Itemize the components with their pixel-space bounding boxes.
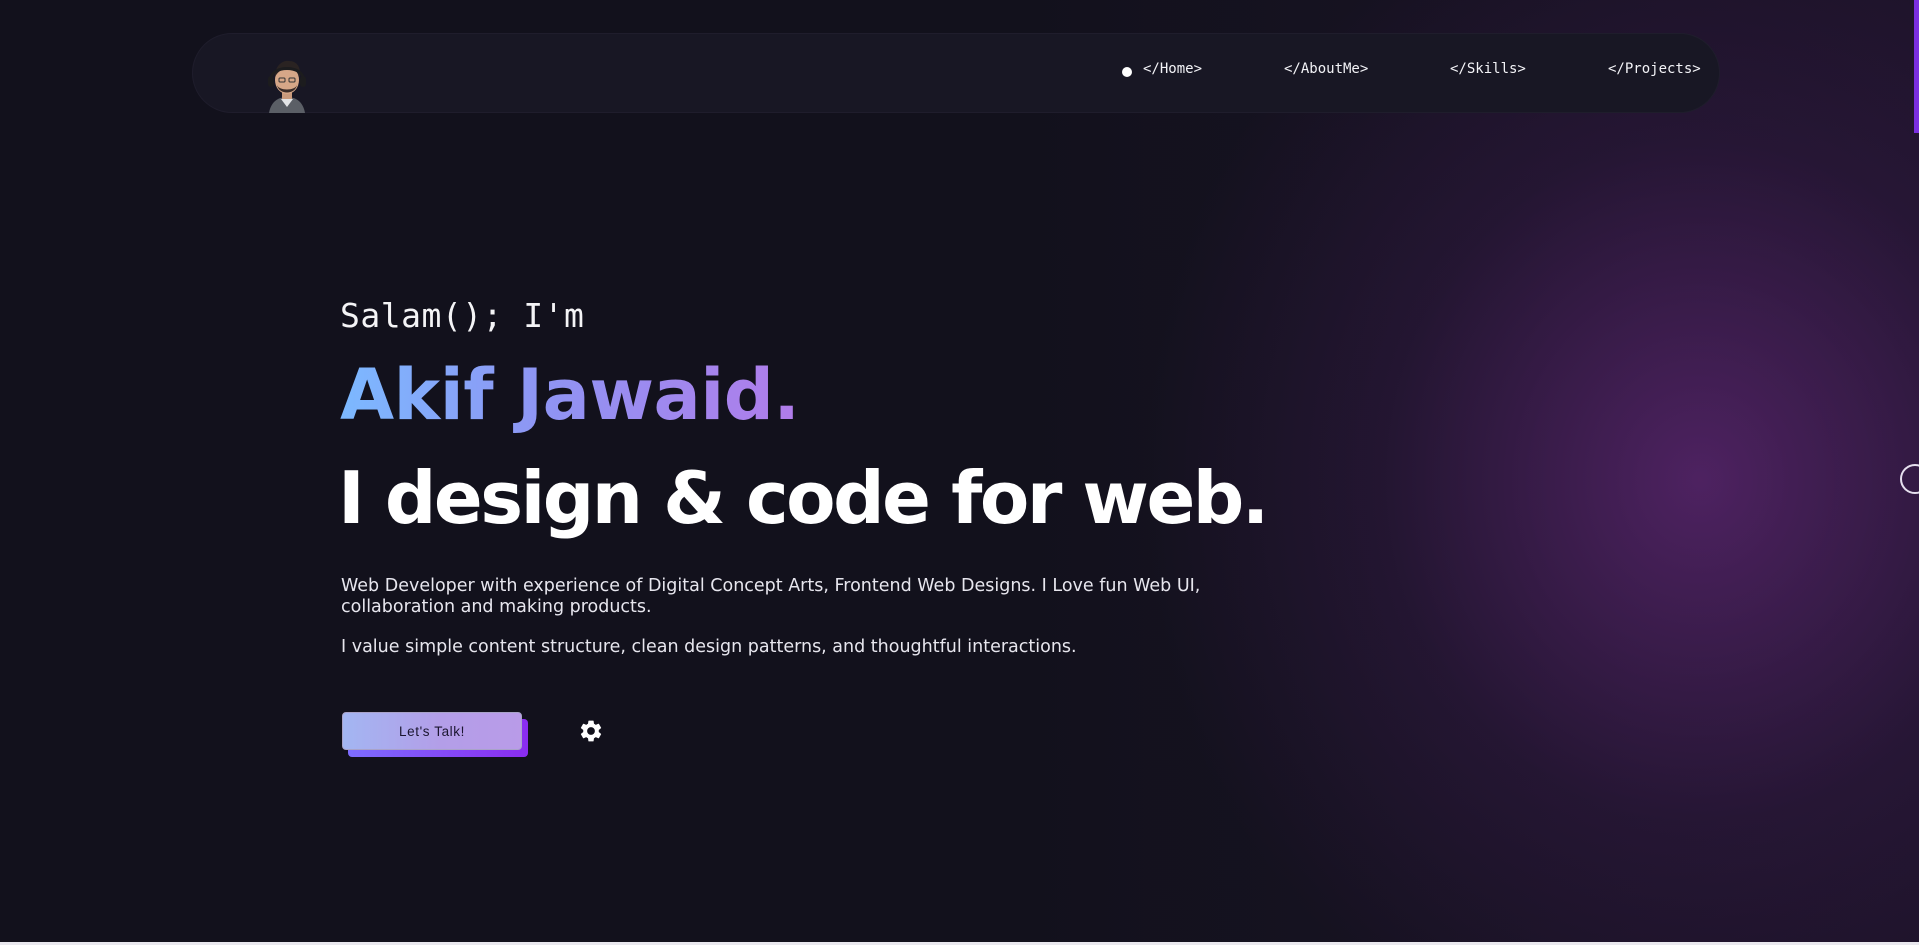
hero-bio: Web Developer with experience of Digital… [341,576,1201,617]
nav-link-home[interactable]: </Home> [1143,61,1202,77]
active-nav-indicator [1122,67,1132,77]
hero-greeting: Salam(); I'm [340,296,585,335]
scroll-progress-indicator [1914,0,1919,133]
hero-tagline: I design & code for web. [338,456,1269,540]
nav-link-aboutme[interactable]: </AboutMe> [1284,61,1368,77]
nav-link-projects[interactable]: </Projects> [1608,61,1701,77]
nav-link-skills[interactable]: </Skills> [1450,61,1526,77]
avatar[interactable] [263,55,311,113]
hero-name: Akif Jawaid. [340,354,800,436]
settings-button[interactable] [578,718,604,744]
lets-talk-button[interactable]: Let's Talk! [342,712,522,750]
gear-icon [580,720,602,742]
hero-bio-secondary: I value simple content structure, clean … [341,637,1077,657]
avatar-icon [268,60,306,113]
